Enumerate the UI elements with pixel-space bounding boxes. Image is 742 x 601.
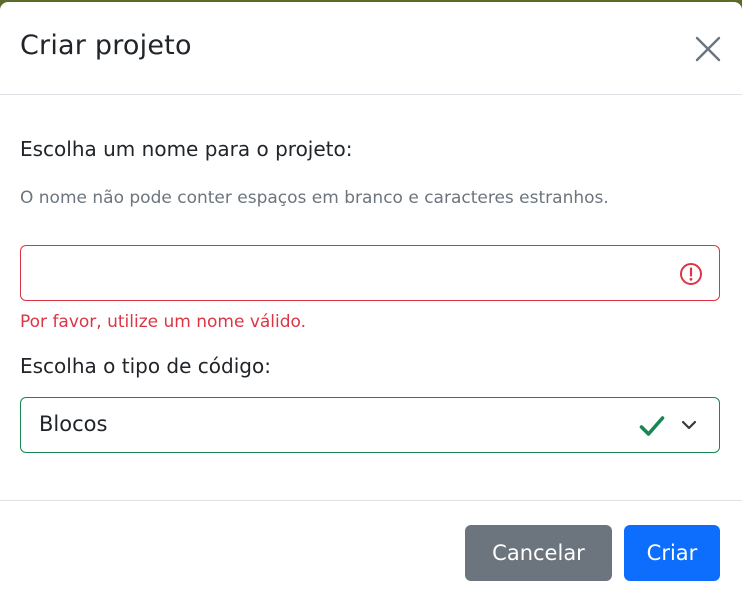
project-name-hint: O nome não pode conter espaços em branco… (20, 188, 609, 208)
project-name-input[interactable] (21, 246, 719, 300)
project-name-field (20, 245, 720, 301)
code-type-label: Escolha o tipo de código: (20, 354, 271, 378)
exclamation-circle-icon (680, 263, 702, 285)
modal-body: Escolha um nome para o projeto: O nome n… (0, 95, 742, 501)
modal-footer: Cancelar Criar (0, 501, 742, 601)
modal-header: Criar projeto (0, 2, 742, 95)
create-project-modal: Criar projeto Escolha um nome para o pro… (0, 2, 742, 601)
modal-title: Criar projeto (20, 30, 192, 61)
checkmark-icon (639, 416, 665, 436)
code-type-selected-value: Blocos (39, 412, 108, 436)
project-name-error: Por favor, utilize um nome válido. (20, 312, 307, 332)
project-name-label: Escolha um nome para o projeto: (20, 137, 353, 161)
chevron-down-icon (681, 420, 697, 430)
code-type-select[interactable]: Blocos (20, 397, 720, 453)
close-button[interactable] (694, 35, 722, 63)
create-button[interactable]: Criar (624, 525, 720, 581)
close-icon (695, 36, 721, 62)
cancel-button[interactable]: Cancelar (465, 525, 612, 581)
